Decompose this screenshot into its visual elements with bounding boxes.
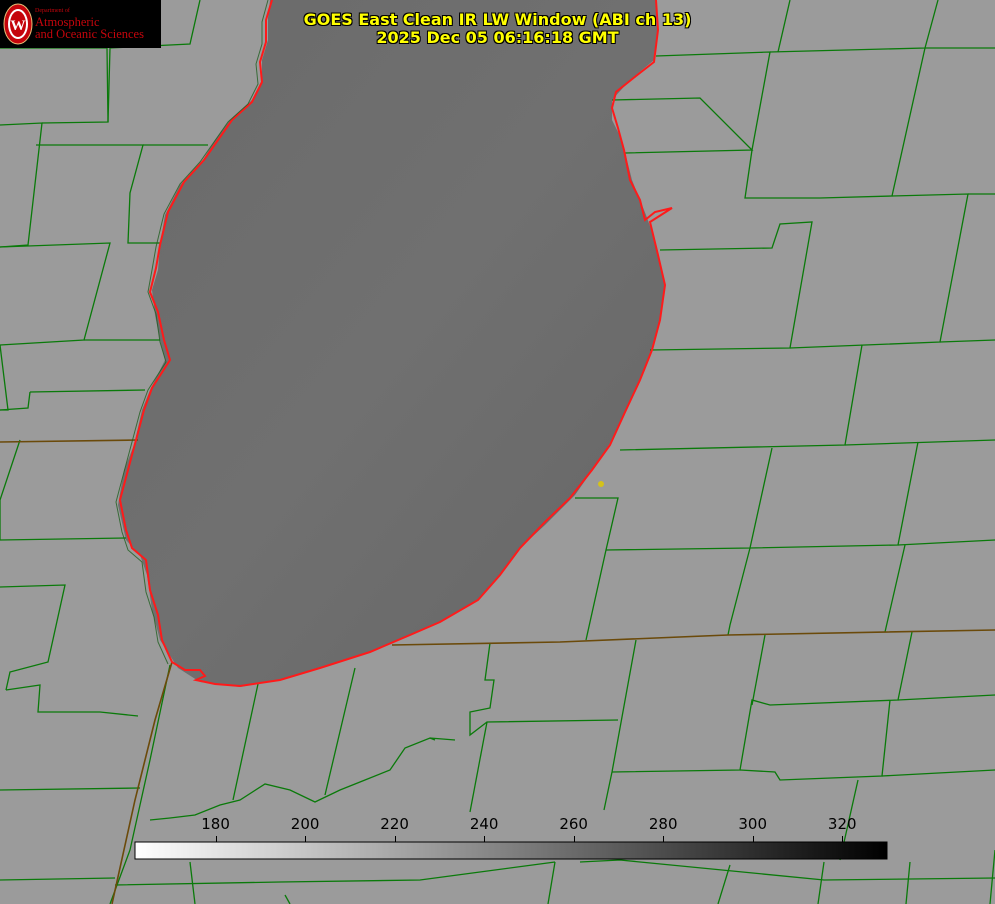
image-title: GOES East Clean IR LW Window (ABI ch 13)… [0,11,995,47]
title-line-2: 2025 Dec 05 06:16:18 GMT [376,28,619,47]
colorbar-tick-mark [663,836,664,842]
colorbar-tick-label: 180 [201,815,230,833]
colorbar-tick-mark [216,836,217,842]
title-line-1: GOES East Clean IR LW Window (ABI ch 13) [303,10,692,29]
colorbar-tick-mark [305,836,306,842]
ir-satellite-map [0,0,995,904]
colorbar-tick-label: 240 [469,815,499,833]
colorbar-tick-label: 300 [738,815,768,833]
colorbar-tick-label: 320 [827,815,857,833]
colorbar-tick-mark [395,836,396,842]
location-marker [598,481,604,487]
colorbar-tick-mark [484,836,485,842]
colorbar-tick-label: 200 [290,815,320,833]
colorbar-tick-mark [842,836,843,842]
colorbar-tick-label: 260 [559,815,588,833]
colorbar-tick-label: 280 [648,815,678,833]
colorbar-tick-mark [574,836,575,842]
satellite-map-view: W Department of Atmospheric and Oceanic … [0,0,995,904]
colorbar-tick-label: 220 [380,815,409,833]
colorbar-gradient [134,841,888,860]
colorbar-tick-mark [753,836,754,842]
